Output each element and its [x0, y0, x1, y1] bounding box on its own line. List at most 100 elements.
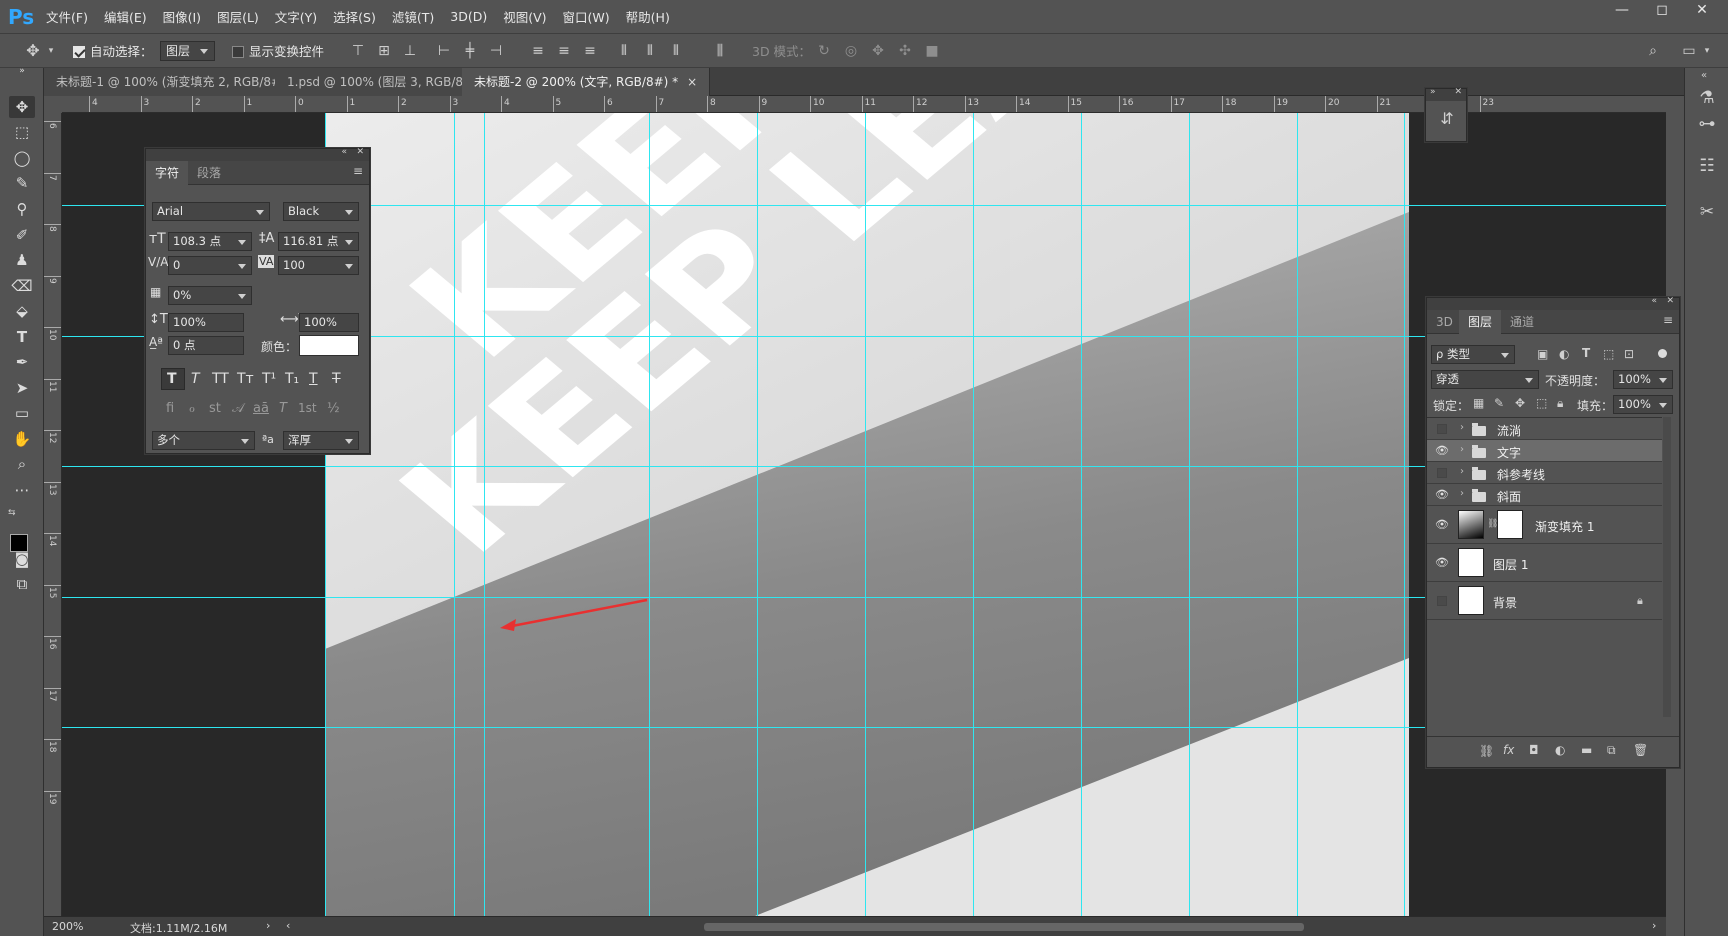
screen-mode-icon[interactable]: ⧉ — [9, 573, 35, 595]
distribute-right-icon[interactable]: ⫴ — [668, 43, 684, 59]
font-size-field[interactable]: 108.3 点 — [168, 232, 252, 251]
font-family-select[interactable]: Arial — [152, 202, 270, 221]
menu-image[interactable]: 图像(I) — [161, 7, 203, 26]
filter-toggle-icon[interactable] — [1658, 349, 1667, 358]
rectangle-tool-icon[interactable]: ▭ — [9, 402, 35, 424]
search-icon[interactable]: ⌕ — [1644, 43, 1662, 59]
mask-icon[interactable]: ◘ — [1529, 743, 1539, 757]
panel-menu-icon[interactable]: ≡ — [1663, 313, 1673, 327]
expand-dock-icon[interactable]: « — [1701, 70, 1707, 81]
lock-artboard-icon[interactable]: ⬚ — [1536, 396, 1547, 410]
guide-vertical[interactable] — [757, 113, 758, 916]
menu-edit[interactable]: 编辑(E) — [102, 7, 149, 26]
properties-icon[interactable]: ⚗ — [1697, 90, 1717, 107]
guide-vertical[interactable] — [484, 113, 485, 916]
document-canvas[interactable]: KEEP CALM KEEP LEARNING — [325, 113, 1409, 916]
faux-bold-button[interactable]: T — [167, 371, 177, 387]
expand-group-icon[interactable]: › — [1460, 422, 1464, 433]
pen-tool-icon[interactable]: ✒ — [9, 351, 35, 373]
text-color-swatch[interactable] — [299, 335, 359, 356]
underline-button[interactable]: T — [309, 371, 318, 387]
stylistic-alternates-button[interactable]: aā — [253, 401, 269, 416]
zoom-level[interactable]: 200% — [52, 920, 83, 933]
menu-file[interactable]: 文件(F) — [44, 7, 90, 26]
collapse-tools-icon[interactable]: » — [9, 66, 35, 76]
tab-layers[interactable]: 图层 — [1459, 310, 1502, 334]
expand-group-icon[interactable]: › — [1460, 488, 1464, 499]
auto-select-target-dropdown[interactable]: 图层 — [160, 41, 215, 61]
guide-vertical[interactable] — [973, 113, 974, 916]
menu-type[interactable]: 文字(Y) — [273, 7, 319, 26]
menu-layer[interactable]: 图层(L) — [215, 7, 261, 26]
more-tools-icon[interactable]: ⋯ — [9, 479, 35, 501]
eye-icon[interactable]: 👁︎ — [1435, 488, 1449, 502]
tracking-field[interactable]: 100 — [278, 256, 359, 275]
horizontal-scale-field[interactable]: 100% — [299, 313, 359, 332]
tab-paragraph[interactable]: 段落 — [188, 161, 230, 185]
menu-window[interactable]: 窗口(W) — [561, 7, 612, 26]
ligature-button[interactable]: fi — [166, 401, 174, 416]
stylistic-button[interactable]: st — [209, 401, 221, 416]
align-bottom-icon[interactable]: ⊥ — [402, 43, 418, 59]
discretionary-ligature-button[interactable]: ℴ — [189, 401, 195, 416]
distribute-hcenter-icon[interactable]: ⫴ — [642, 43, 658, 59]
guide-vertical[interactable] — [1297, 113, 1298, 916]
menu-3d[interactable]: 3D(D) — [448, 9, 489, 24]
guide-vertical[interactable] — [454, 113, 455, 916]
collapse-panel-icon[interactable]: « — [341, 147, 347, 157]
lock-image-icon[interactable]: ✎ — [1494, 396, 1504, 410]
blend-mode-select[interactable]: 穿透 — [1431, 370, 1539, 389]
filter-shape-icon[interactable]: ⬚ — [1603, 347, 1614, 361]
strikethrough-button[interactable]: T — [332, 371, 341, 387]
menu-filter[interactable]: 滤镜(T) — [390, 7, 436, 26]
tool-preset-chevron-icon[interactable]: ▾ — [46, 43, 56, 59]
layer-row[interactable]: 背景 🔒︎ — [1427, 582, 1662, 620]
zoom-tool-icon[interactable]: ⌕ — [9, 453, 35, 475]
minimize-button[interactable]: — — [1602, 0, 1642, 22]
horizontal-scrollbar[interactable] — [704, 923, 1304, 931]
eye-icon[interactable]: 👁︎ — [1435, 556, 1449, 570]
panel-menu-icon[interactable]: ≡ — [353, 164, 363, 178]
tab-document-3[interactable]: 未标题-2 @ 200% (文字, RGB/8#) * × — [462, 68, 711, 96]
move-tool-icon[interactable]: ✥ — [22, 43, 44, 59]
distribute-left-icon[interactable]: ⫴ — [616, 43, 632, 59]
align-left-icon[interactable]: ⊢ — [436, 43, 452, 59]
layer-row[interactable]: 👁︎ ⛓ 渐变填充 1 — [1427, 506, 1662, 544]
visibility-toggle-icon[interactable] — [1437, 468, 1447, 478]
font-style-select[interactable]: Black — [283, 202, 359, 221]
libraries-icon[interactable]: ☷ — [1697, 158, 1717, 175]
superscript-button[interactable]: T¹ — [262, 371, 276, 387]
3d-roll-icon[interactable]: ◎ — [842, 43, 860, 59]
leading-field[interactable]: 116.81 点 — [278, 232, 359, 251]
lock-position-icon[interactable]: ✥ — [1515, 396, 1525, 410]
hand-tool-icon[interactable]: ✋ — [9, 428, 35, 450]
opacity-field[interactable]: 100% — [1613, 370, 1673, 389]
close-panel-icon[interactable]: ✕ — [356, 147, 364, 157]
trash-icon[interactable]: 🗑︎ — [1633, 743, 1648, 757]
3d-pan-icon[interactable]: ✥ — [869, 43, 887, 59]
fractions-button[interactable]: ½ — [327, 401, 340, 416]
quick-select-tool-icon[interactable]: ✎ — [9, 172, 35, 194]
expand-panel-icon[interactable]: » — [1430, 87, 1436, 97]
collapse-panel-icon[interactable]: « — [1651, 296, 1657, 306]
menu-help[interactable]: 帮助(H) — [624, 7, 672, 26]
eye-icon[interactable]: 👁︎ — [1435, 444, 1449, 458]
tab-channels[interactable]: 通道 — [1501, 310, 1543, 334]
stamp-tool-icon[interactable]: ♟ — [9, 249, 35, 271]
adjustment-icon[interactable]: ◐ — [1555, 743, 1565, 757]
fx-icon[interactable]: fx — [1503, 743, 1514, 757]
new-group-icon[interactable]: ▬ — [1581, 743, 1592, 757]
tab-character[interactable]: 字符 — [146, 161, 189, 185]
tsume-field[interactable]: 0% — [168, 286, 252, 305]
layer-filter-select[interactable]: ρ 类型 — [1431, 345, 1515, 364]
link-icon[interactable]: ⛓ — [1479, 744, 1494, 758]
move-tool-icon[interactable]: ✥ — [9, 96, 35, 118]
paint-bucket-tool-icon[interactable]: ⬙ — [9, 300, 35, 322]
distribute-bottom-icon[interactable]: ≡ — [582, 43, 598, 59]
swash-button[interactable]: 𝒜 — [232, 401, 244, 416]
close-tab-icon[interactable]: × — [687, 75, 697, 89]
visibility-toggle-icon[interactable] — [1437, 596, 1447, 606]
layer-row[interactable]: 👁︎ › 斜面 — [1427, 484, 1662, 506]
3d-scale-icon[interactable]: ■ — [923, 43, 941, 59]
swap-colors-icon[interactable]: ⇆ — [8, 508, 16, 518]
